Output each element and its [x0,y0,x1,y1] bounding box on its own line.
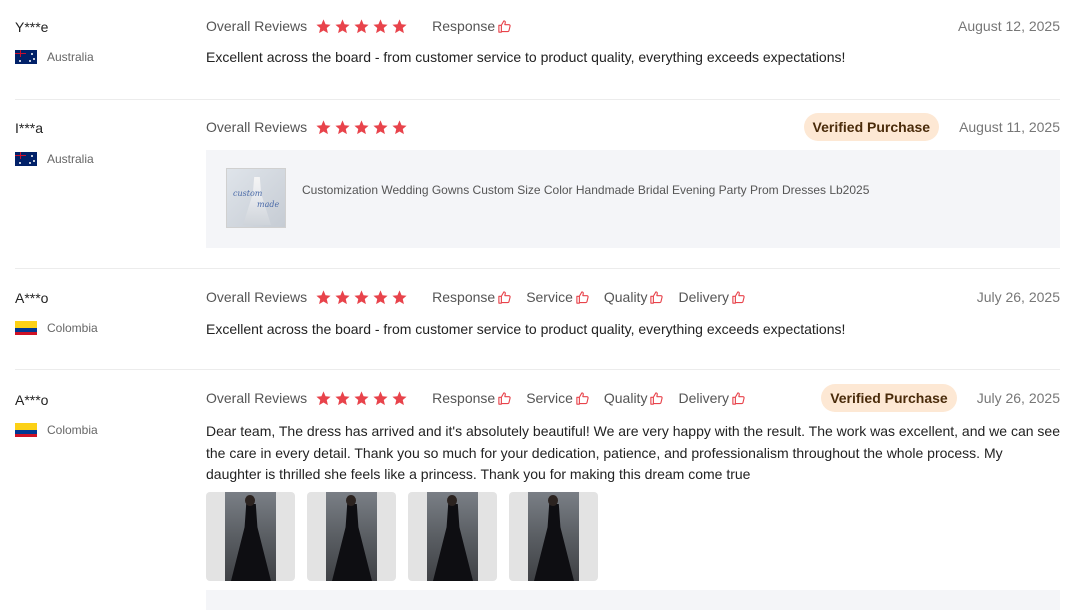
review-photo[interactable] [509,492,598,581]
country-label: Colombia [47,423,98,437]
review-body: Overall Reviews Response August 12, 2025… [206,16,1060,69]
service-label: Service [526,390,573,406]
delivery-metric: Delivery [678,289,746,305]
colombia-flag-icon [15,321,37,335]
star-icon [392,289,407,304]
review-photo[interactable] [307,492,396,581]
overall-reviews-label: Overall Reviews [206,119,308,135]
thumbs-up-icon [650,290,664,304]
overall-reviews-label: Overall Reviews [206,390,308,406]
star-icon [354,119,369,134]
star-icon [335,18,350,33]
colombia-flag-icon [15,423,37,437]
review-body: Overall Reviews Response Service Quality… [206,287,1060,341]
review-text: Excellent across the board - from custom… [206,49,846,65]
reviewer-name: A***o [15,392,49,408]
quality-label: Quality [603,289,648,305]
quality-label: Quality [603,390,648,406]
reviewer-country: Colombia [15,423,98,437]
reviewer-country: Australia [15,50,94,64]
quality-metric: Quality [604,390,665,406]
reviewer-country: Australia [15,152,94,166]
review-divider [15,99,1060,100]
rating-stars [315,289,408,306]
service-label: Service [526,289,573,305]
reviewer-name: Y***e [15,19,49,35]
response-label: Response [432,18,496,34]
star-icon [354,289,369,304]
review-divider [15,369,1060,370]
product-title-link[interactable]: Customization Wedding Gowns Custom Size … [302,183,869,197]
response-metric: Response [432,18,512,34]
thumbs-up-icon [732,391,745,405]
thumbs-up-icon [498,290,511,304]
delivery-label: Delivery [678,390,730,406]
star-icon [316,119,331,134]
thumbs-up-icon [498,19,511,33]
review-divider [15,268,1060,269]
review-text: Excellent across the board - from custom… [206,321,846,337]
review-date: July 26, 2025 [976,289,1060,305]
star-icon [316,289,331,304]
star-icon [354,18,369,33]
delivery-metric: Delivery [678,390,746,406]
australia-flag-icon [15,152,37,166]
star-icon [354,390,369,405]
delivery-label: Delivery [678,289,730,305]
review-photo[interactable] [206,492,295,581]
star-icon [316,18,331,33]
response-metric: Response [432,289,512,305]
response-label: Response [432,390,496,406]
review-photos [206,492,598,581]
star-icon [373,390,388,405]
review-date: August 12, 2025 [958,18,1060,34]
response-label: Response [432,289,496,305]
star-icon [392,390,407,405]
quality-metric: Quality [604,289,665,305]
star-icon [316,390,331,405]
review-body: Overall Reviews Verified Purchase August… [206,113,1060,141]
verified-purchase-badge: Verified Purchase [821,384,957,412]
rating-stars [315,18,408,35]
overall-reviews-label: Overall Reviews [206,289,308,305]
response-metric: Response [432,390,512,406]
rating-stars [315,390,408,407]
review-photo[interactable] [408,492,497,581]
star-icon [335,119,350,134]
australia-flag-icon [15,50,37,64]
seller-reply-box [206,590,1060,610]
thumbs-up-icon [650,391,664,405]
thumbs-up-icon [498,391,511,405]
thumbs-up-icon [732,290,745,304]
star-icon [335,289,350,304]
overall-reviews-label: Overall Reviews [206,18,308,34]
review-date: August 11, 2025 [959,119,1060,135]
review-text: Dear team, The dress has arrived and it'… [206,423,1060,482]
star-icon [373,289,388,304]
product-thumbnail[interactable]: custom made [226,168,286,228]
service-metric: Service [526,289,590,305]
reviewer-name: I***a [15,120,44,136]
verified-purchase-badge: Verified Purchase [803,113,940,141]
country-label: Colombia [47,321,98,335]
star-icon [392,119,407,134]
service-metric: Service [526,390,590,406]
reviewer-name: A***o [15,290,49,306]
rating-stars [315,119,408,136]
thumbs-up-icon [576,290,589,304]
reviewer-country: Colombia [15,321,98,335]
star-icon [373,18,388,33]
country-label: Australia [47,50,94,64]
thumbs-up-icon [576,391,589,405]
purchased-product-card[interactable]: custom made Customization Wedding Gowns … [206,150,1060,248]
star-icon [373,119,388,134]
review-body: Overall Reviews Response Service Quality… [206,384,1060,486]
star-icon [335,390,350,405]
review-date: July 26, 2025 [976,390,1060,406]
star-icon [392,18,407,33]
country-label: Australia [47,152,94,166]
